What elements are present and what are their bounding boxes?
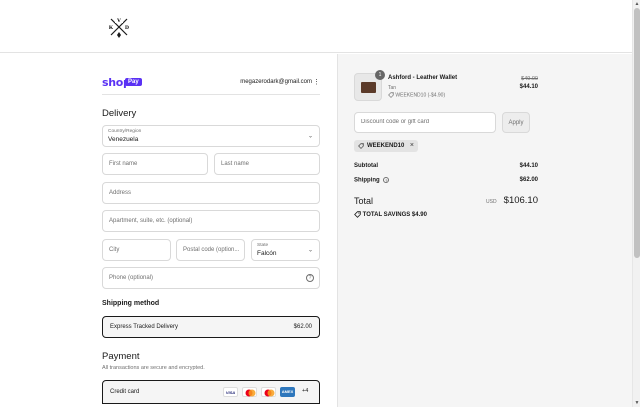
phone-placeholder: Phone (optional): [109, 275, 154, 281]
shipping-option-price: $62.00: [293, 324, 312, 330]
product-discount: WEEKEND10 (-$4.90): [388, 92, 445, 98]
quantity-badge: 1: [375, 70, 385, 80]
shipping-option-name: Express Tracked Delivery: [110, 324, 179, 330]
last-name-input[interactable]: Last name: [214, 153, 320, 175]
visa-icon: VISA: [223, 387, 238, 397]
payment-title: Payment: [102, 351, 140, 362]
total-savings-value: $4.90: [411, 212, 427, 219]
country-select[interactable]: Country/Region Venezuela ⌄: [102, 125, 320, 147]
state-label: State: [257, 243, 269, 248]
product-name: Ashford - Leather Wallet: [388, 75, 458, 81]
visa-label: VISA: [225, 390, 236, 395]
total-currency: USD: [486, 199, 497, 205]
product-variant: Tan: [388, 85, 397, 91]
apply-discount-button[interactable]: Apply: [502, 112, 530, 133]
phone-input[interactable]: Phone (optional) ?: [102, 267, 320, 289]
logo-letter-top: V: [117, 18, 121, 24]
chevron-down-icon: ⌄: [307, 133, 313, 140]
total-savings-label: TOTAL SAVINGS: [362, 212, 411, 219]
express-checkout-bar: shop Pay megazerodark@gmail.com ⋮: [102, 76, 320, 90]
address-placeholder: Address: [109, 190, 132, 196]
credit-card-option[interactable]: Credit card VISA AMEX +4: [102, 380, 320, 404]
logo-letter-right: D: [125, 25, 129, 31]
apartment-placeholder: Apartment, suite, etc. (optional): [109, 218, 193, 224]
discount-code-field[interactable]: [354, 112, 496, 133]
total-value: $106.10: [503, 195, 538, 206]
order-summary-column: [337, 54, 632, 407]
state-select[interactable]: State Falcón ⌄: [251, 239, 320, 261]
scrollbar[interactable]: ▲ ▼: [632, 0, 640, 407]
postal-code-input[interactable]: Postal code (option...: [176, 239, 245, 261]
product-original-price: $49.00: [521, 76, 538, 82]
address-input[interactable]: Address: [102, 182, 320, 204]
subtotal-value: $44.10: [519, 163, 538, 169]
brand-logo[interactable]: V K D: [108, 16, 130, 38]
city-placeholder: City: [109, 247, 120, 253]
shipping-option[interactable]: Express Tracked Delivery $62.00: [102, 316, 320, 338]
delivery-title: Delivery: [102, 108, 137, 119]
tag-icon: [388, 92, 394, 98]
amex-label: AMEX: [281, 389, 294, 394]
subtotal-label: Subtotal: [354, 163, 378, 169]
postal-code-placeholder: Postal code (option...: [183, 247, 240, 253]
payment-note: All transactions are secure and encrypte…: [102, 365, 205, 371]
shipping-method-title: Shipping method: [102, 300, 160, 307]
shipping-summary-value: $62.00: [519, 177, 538, 183]
page-header: V K D: [0, 0, 632, 53]
logo-letter-left: K: [109, 25, 114, 31]
mastercard-icon: [242, 387, 257, 397]
first-name-placeholder: First name: [109, 161, 138, 167]
product-discount-text: WEEKEND10 (-$4.90): [395, 92, 446, 99]
maestro-icon: [261, 387, 276, 397]
wallet-image: [361, 82, 376, 93]
city-input[interactable]: City: [102, 239, 171, 261]
state-value: Falcón: [257, 250, 277, 257]
help-icon[interactable]: ?: [306, 274, 314, 282]
chevron-down-icon: ⌄: [307, 247, 313, 254]
account-email: megazerodark@gmail.com: [240, 79, 312, 85]
discount-code-input[interactable]: [361, 119, 491, 125]
applied-discount-code: WEEKEND10: [367, 142, 405, 149]
scroll-thumb[interactable]: [634, 8, 640, 258]
more-cards-count: +4: [302, 388, 309, 394]
last-name-placeholder: Last name: [221, 161, 250, 167]
apartment-input[interactable]: Apartment, suite, etc. (optional): [102, 210, 320, 232]
remove-discount-icon[interactable]: ×: [410, 142, 414, 149]
shipping-summary-label: Shipping ?: [354, 177, 390, 184]
country-value: Venezuela: [108, 136, 139, 143]
shipping-summary-text: Shipping: [354, 177, 380, 184]
total-label: Total: [354, 196, 374, 206]
tag-icon: [354, 211, 361, 218]
total-savings: TOTAL SAVINGS $4.90: [354, 211, 427, 218]
amex-icon: AMEX: [280, 387, 295, 397]
first-name-input[interactable]: First name: [102, 153, 208, 175]
applied-discount-chip: WEEKEND10 ×: [354, 140, 418, 152]
scroll-down-icon[interactable]: ▼: [633, 399, 640, 407]
tag-icon: [358, 143, 364, 149]
country-label: Country/Region: [108, 129, 142, 134]
help-icon[interactable]: ?: [383, 177, 390, 183]
more-options-icon[interactable]: ⋮: [313, 78, 320, 86]
scroll-up-icon[interactable]: ▲: [633, 0, 640, 8]
shop-pay-badge[interactable]: Pay: [125, 78, 142, 86]
divider: [102, 94, 320, 95]
credit-card-label: Credit card: [110, 389, 140, 395]
product-price: $44.10: [519, 84, 538, 90]
